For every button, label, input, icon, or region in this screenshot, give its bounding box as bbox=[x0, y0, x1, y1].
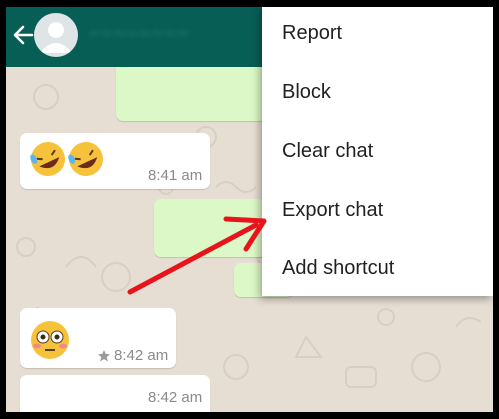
screenshot-frame: ~~~~~~~~ 8:41 am 8:42 am 8:42 am Report … bbox=[0, 0, 499, 419]
chat-screen: ~~~~~~~~ 8:41 am 8:42 am 8:42 am Report … bbox=[6, 7, 493, 412]
annotation-arrow bbox=[127, 216, 267, 295]
